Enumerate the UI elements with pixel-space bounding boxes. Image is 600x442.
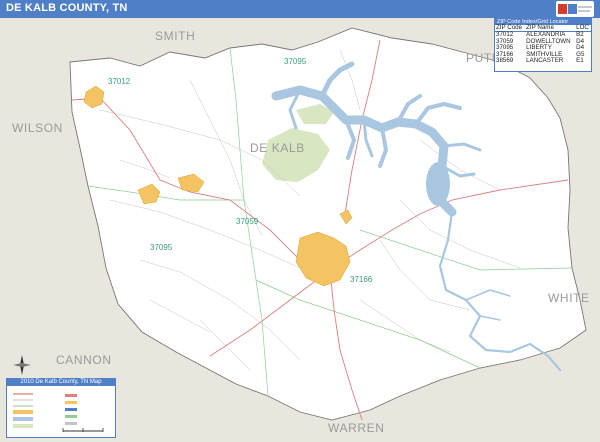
neighbor-label-wilson: WILSON: [12, 121, 63, 135]
neighbor-label-cannon: CANNON: [56, 353, 112, 367]
zip-label: 37012: [108, 77, 131, 86]
map-legend: 2010 De Kalb County, TN Map: [6, 378, 116, 438]
zip-label: 37095: [284, 57, 307, 66]
lake-basin: [426, 162, 450, 206]
compass-rose-icon: [12, 354, 32, 376]
neighbor-label-white: WHITE: [548, 291, 590, 305]
county-label-de-kalb: DE KALB: [250, 141, 305, 155]
publisher-logo: [556, 1, 594, 17]
neighbor-label-warren: WARREN: [328, 421, 385, 435]
zip-label: 37095: [150, 243, 173, 252]
legend-title: 2010 De Kalb County, TN Map: [7, 379, 115, 386]
zip-label: 37166: [350, 275, 373, 284]
table-row: 38569 LANCASTER E1: [496, 57, 584, 65]
zip-code-table: ZIP Code Index/Grid Locator ZIP Code ZIP…: [494, 18, 592, 72]
legend-swatches: [13, 393, 104, 432]
zip-label: 37059: [236, 217, 259, 226]
map-frame: DE KALB COUNTY, TN DE KALB SMITH WILSON …: [0, 0, 600, 442]
map-title: DE KALB COUNTY, TN: [6, 2, 128, 14]
title-bar: DE KALB COUNTY, TN: [0, 0, 600, 19]
neighbor-label-smith: SMITH: [155, 29, 195, 43]
